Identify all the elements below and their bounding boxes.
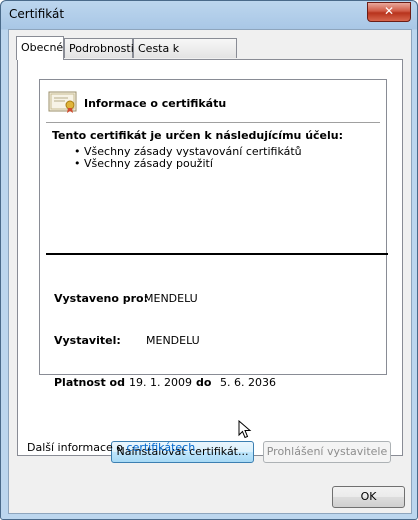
purpose-heading: Tento certifikát je určen k následujícím…: [52, 129, 344, 142]
close-button[interactable]: ✕: [367, 2, 411, 22]
validity-to-label: do: [196, 376, 212, 389]
purpose-item: Všechny zásady použití: [74, 158, 302, 170]
validity-label: Platnost od: [54, 376, 125, 389]
issuer-label: Vystavitel:: [54, 334, 121, 347]
window-title: Certifikát: [9, 7, 65, 21]
certificates-link[interactable]: certifikátech: [127, 441, 196, 454]
dialog-client-area: Obecné Podrobnosti Cesta k certifikátu I…: [8, 29, 412, 514]
issuer-statement-button[interactable]: Prohlášení vystavitele: [263, 441, 391, 463]
more-info-label: Další informace o: [27, 441, 127, 454]
certificate-window: Certifikát ✕ Obecné Podrobnosti Cesta k …: [0, 0, 418, 520]
more-info-text: Další informace o certifikátech: [27, 441, 195, 454]
tab-details[interactable]: Podrobnosti: [64, 38, 134, 58]
certificate-icon: [48, 91, 77, 113]
certificate-info-box: Informace o certifikátu Tento certifikát…: [39, 79, 388, 389]
ok-button[interactable]: OK: [332, 486, 405, 508]
mouse-cursor-icon: [238, 420, 252, 439]
divider: [46, 253, 388, 255]
tab-general[interactable]: Obecné: [16, 36, 64, 60]
issuer-value: MENDELU: [146, 334, 200, 347]
issued-to-value: MENDELU: [144, 292, 198, 305]
tab-panel-general: Informace o certifikátu Tento certifikát…: [17, 59, 403, 463]
purpose-list: Všechny zásady vystavování certifikátů V…: [74, 146, 302, 170]
title-bar[interactable]: Certifikát ✕: [1, 1, 417, 29]
valid-from-value: 19. 1. 2009: [129, 376, 192, 389]
divider: [46, 122, 380, 123]
valid-to-value: 5. 6. 2036: [220, 376, 276, 389]
info-heading: Informace o certifikátu: [84, 97, 227, 110]
tab-certification-path[interactable]: Cesta k certifikátu: [133, 38, 237, 75]
issued-to-label: Vystaveno pro:: [54, 292, 149, 305]
